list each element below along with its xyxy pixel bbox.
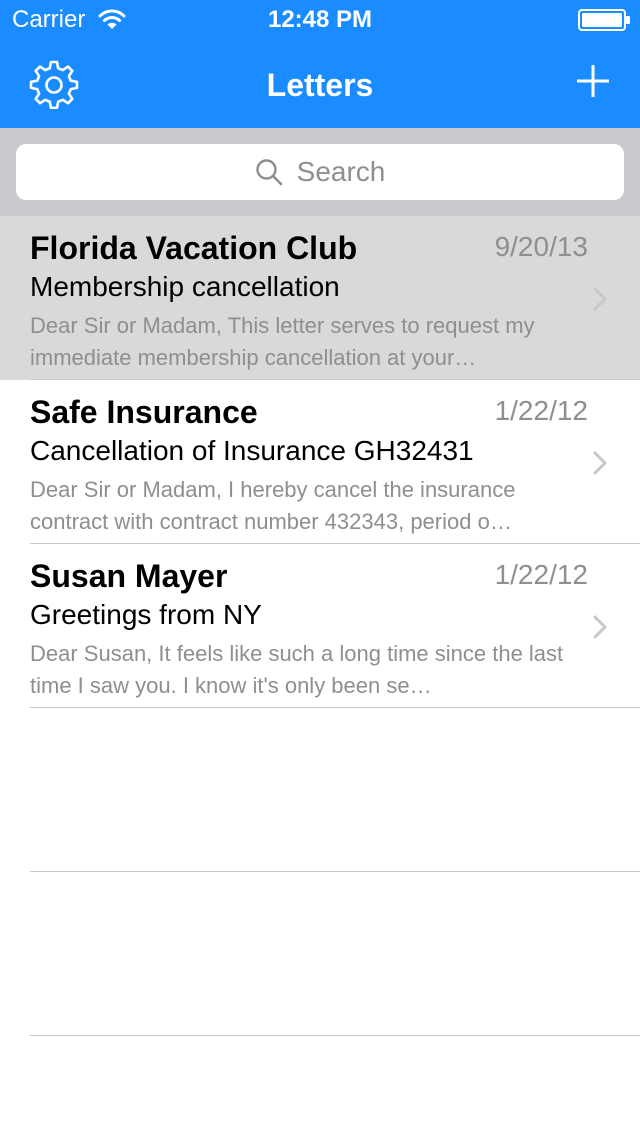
header: Carrier 12:48 PM Letters: [0, 0, 640, 128]
add-letter-button[interactable]: [568, 58, 618, 108]
chevron-right-icon: [592, 614, 608, 640]
search-input[interactable]: Search: [16, 144, 624, 200]
letter-subject: Greetings from NY: [30, 599, 262, 630]
letter-subject: Cancellation of Insurance GH32431: [30, 435, 474, 466]
letter-sender: Susan Mayer: [30, 558, 228, 594]
letter-sender: Florida Vacation Club: [30, 230, 358, 266]
letter-subject: Membership cancellation: [30, 271, 340, 302]
letters-list: Florida Vacation Club 9/20/13 Membership…: [0, 216, 640, 1036]
empty-list-row: [0, 872, 640, 1036]
chevron-right-icon: [592, 286, 608, 312]
letter-date: 1/22/12: [494, 559, 588, 590]
page-title: Letters: [266, 67, 374, 103]
status-bar: Carrier 12:48 PM: [0, 0, 640, 40]
empty-list-row: [0, 708, 640, 872]
letter-row[interactable]: Safe Insurance 1/22/12 Cancellation of I…: [0, 380, 640, 544]
search-icon: [255, 158, 283, 186]
plus-icon: [575, 63, 611, 104]
letter-preview: Dear Susan, It feels like such a long ti…: [30, 641, 564, 698]
search-bar: Search: [0, 128, 640, 216]
letter-row[interactable]: Florida Vacation Club 9/20/13 Membership…: [0, 216, 640, 380]
letter-row[interactable]: Susan Mayer 1/22/12 Greetings from NY De…: [0, 544, 640, 708]
letter-date: 9/20/13: [494, 231, 588, 262]
clock: 12:48 PM: [267, 6, 373, 33]
battery-icon: [578, 9, 632, 31]
letter-preview: Dear Sir or Madam, This letter serves to…: [30, 313, 535, 370]
nav-bar: Letters: [0, 40, 640, 128]
search-placeholder: Search: [296, 156, 386, 187]
letter-date: 1/22/12: [494, 395, 588, 426]
chevron-right-icon: [592, 450, 608, 476]
letter-preview: Dear Sir or Madam, I hereby cancel the i…: [30, 477, 516, 534]
letter-sender: Safe Insurance: [30, 394, 258, 430]
